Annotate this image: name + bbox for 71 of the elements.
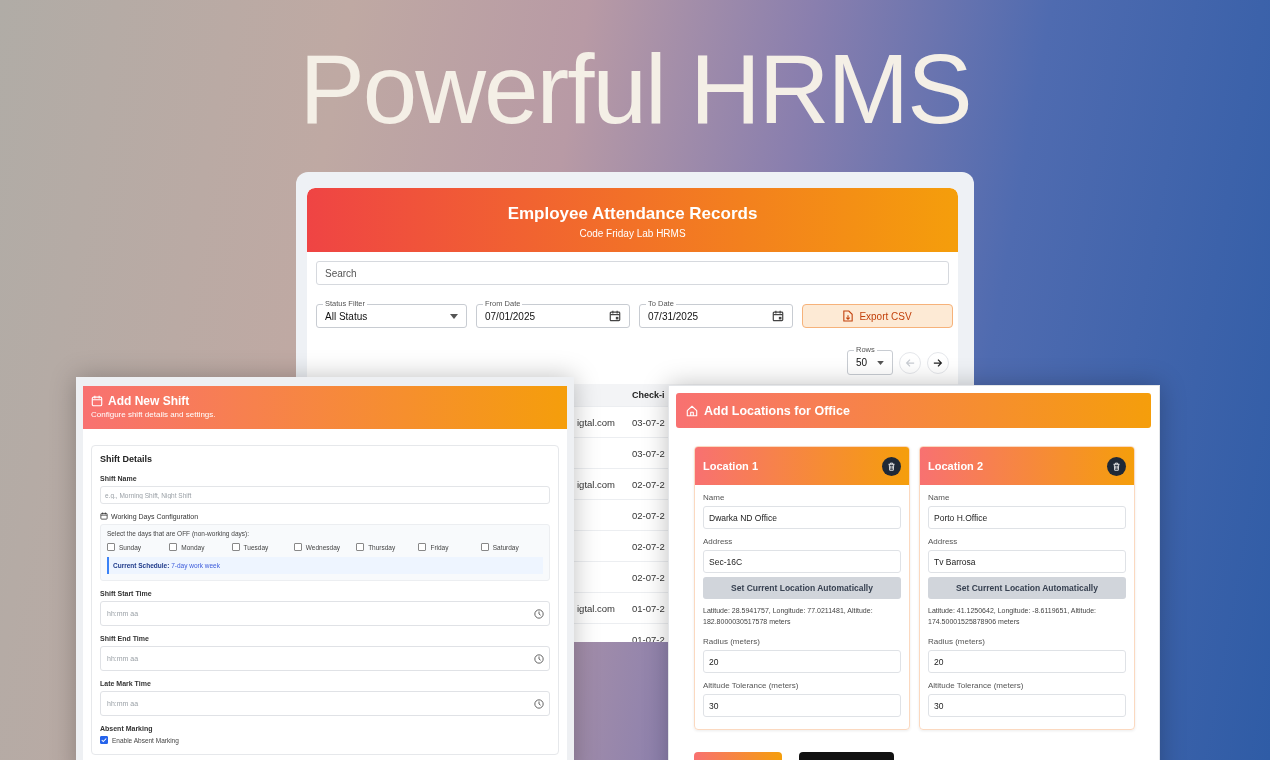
clock-icon	[534, 698, 544, 709]
text-field[interactable]: Porto H.Office	[928, 506, 1126, 529]
delete-button[interactable]	[1107, 456, 1126, 476]
headline: Powerful HRMS	[298, 33, 972, 141]
number-field[interactable]: 20	[928, 650, 1126, 673]
table-cell-text: 01-07-2	[631, 633, 665, 642]
table-cell-text: 02-07-2	[631, 509, 665, 521]
column-header: Check-i	[631, 390, 665, 400]
table-cell-text: 02-07-2	[631, 478, 665, 490]
calendar-icon	[100, 512, 108, 520]
checkbox[interactable]	[356, 543, 365, 551]
panel-title: Add New Shift	[108, 394, 190, 408]
section-title: Shift Details	[100, 454, 153, 464]
trash-icon	[887, 461, 896, 471]
checkbox[interactable]	[107, 543, 115, 551]
text-field[interactable]: Sec-16C	[703, 550, 901, 573]
table-cell-text: 03-07-2	[631, 416, 665, 428]
clock-icon	[534, 653, 544, 664]
delete-button[interactable]	[882, 456, 901, 476]
checkbox[interactable]	[169, 543, 178, 551]
checkbox[interactable]	[293, 543, 302, 551]
table-cell: igtal.com	[577, 478, 615, 490]
search-field[interactable]: Search	[316, 261, 949, 285]
calendar-icon	[772, 310, 784, 322]
table-cell-text: 02-07-2	[631, 540, 665, 552]
field-value: All Status	[325, 310, 368, 322]
page-subtitle: Code Friday Lab HRMS	[578, 228, 687, 239]
number-field[interactable]: 20	[703, 650, 901, 673]
caret-icon	[877, 360, 884, 365]
field-label: Altitude Tolerance (meters)	[928, 681, 1025, 690]
number-field[interactable]: 30	[928, 694, 1126, 717]
next-page-button[interactable]	[927, 351, 949, 374]
export-button[interactable]: Export CSV	[802, 304, 953, 328]
checkbox[interactable]	[480, 543, 489, 551]
calendar-icon	[91, 395, 103, 407]
field-label: Name	[928, 493, 951, 502]
field-value: 07/31/2025	[648, 310, 699, 322]
table-cell-text: 02-07-2	[631, 571, 665, 583]
checkbox[interactable]	[418, 543, 427, 551]
checkbox[interactable]	[231, 543, 240, 551]
arrow-right-icon	[933, 357, 943, 368]
calendar-icon	[609, 310, 621, 322]
field-label: Address	[928, 537, 959, 546]
set-location-button[interactable]: Set Current Location Automatically	[703, 577, 901, 599]
text-field[interactable]: Tv Barrosa	[928, 550, 1126, 573]
field-label: Address	[703, 537, 734, 546]
table-cell: igtal.com	[577, 602, 615, 614]
home-icon	[686, 404, 698, 417]
field-label: Radius (meters)	[928, 637, 986, 646]
caret-icon	[450, 313, 458, 319]
clock-icon	[534, 608, 544, 619]
trash-icon	[1112, 461, 1121, 471]
number-field[interactable]: 30	[703, 694, 901, 717]
field-label: Altitude Tolerance (meters)	[703, 681, 800, 690]
table-cell-text: 03-07-2	[631, 447, 665, 459]
checkbox[interactable]	[100, 736, 108, 744]
table-cell-text: 01-07-2	[631, 602, 665, 614]
field-value: 50	[856, 357, 868, 368]
arrow-left-icon	[905, 357, 915, 368]
card-title: Location 1	[703, 460, 758, 472]
table-cell: igtal.com	[577, 416, 615, 428]
panel-title: Add Locations for Office	[704, 403, 850, 418]
file-download-icon	[843, 310, 854, 322]
set-location-button[interactable]: Set Current Location Automatically	[928, 577, 1126, 599]
field-label: Name	[703, 493, 726, 502]
page-title: Employee Attendance Records	[506, 204, 759, 224]
field-label: Radius (meters)	[703, 637, 761, 646]
card-title: Location 2	[928, 460, 983, 472]
panel-subtitle: Configure shift details and settings.	[91, 410, 217, 419]
field-value: 07/01/2025	[485, 310, 536, 322]
text-field[interactable]: Dwarka ND Office	[703, 506, 901, 529]
